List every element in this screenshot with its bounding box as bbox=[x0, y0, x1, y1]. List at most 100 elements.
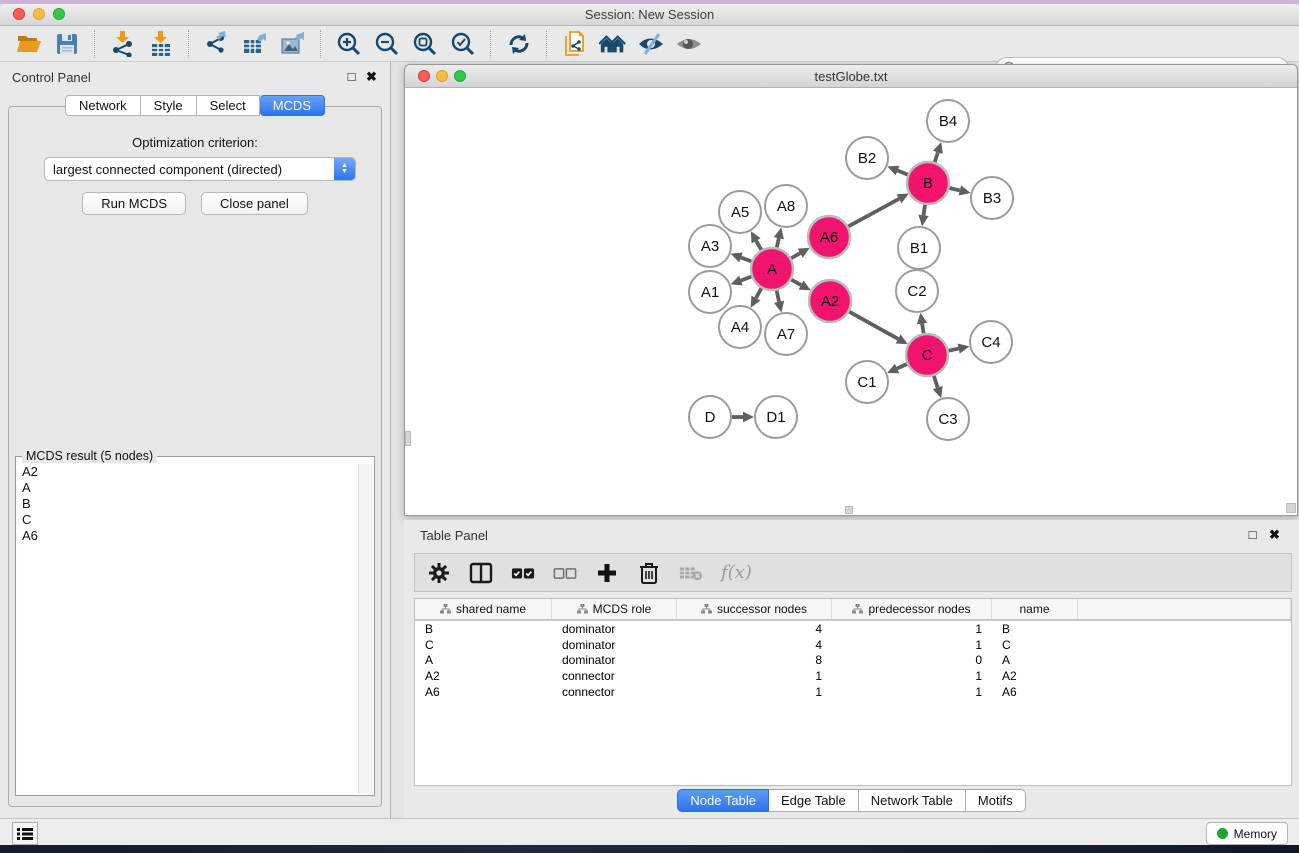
export-image-icon[interactable] bbox=[279, 30, 307, 58]
graph-edge-A-A7[interactable] bbox=[777, 291, 779, 302]
save-session-icon[interactable] bbox=[53, 30, 81, 58]
zoom-out-icon[interactable] bbox=[373, 30, 401, 58]
table-cell[interactable]: connector bbox=[552, 685, 677, 699]
table-cell[interactable]: A6 bbox=[992, 685, 1078, 699]
table-cell[interactable]: 4 bbox=[677, 622, 832, 636]
column-header-MCDS-role[interactable]: MCDS role bbox=[552, 599, 677, 619]
column-header-shared-name[interactable]: shared name bbox=[415, 599, 552, 619]
tab-network[interactable]: Network bbox=[65, 95, 141, 116]
clone-network-icon[interactable] bbox=[561, 30, 589, 58]
show-panels-icon[interactable] bbox=[675, 30, 703, 58]
graph-edge-A2-C[interactable] bbox=[849, 312, 898, 339]
tab-mcds[interactable]: MCDS bbox=[260, 95, 325, 116]
close-panel-button[interactable]: Close panel bbox=[201, 192, 308, 215]
graph-edge-B-B1[interactable] bbox=[924, 205, 925, 216]
table-cell[interactable]: connector bbox=[552, 669, 677, 683]
table-cell[interactable]: A2 bbox=[415, 669, 552, 683]
mcds-result-item[interactable]: A6 bbox=[17, 528, 359, 544]
graph-edge-C-C1[interactable] bbox=[897, 364, 907, 368]
table-row[interactable]: A2connector11A2 bbox=[415, 668, 1291, 684]
table-cell[interactable]: 1 bbox=[677, 669, 832, 683]
add-column-icon[interactable] bbox=[595, 561, 619, 585]
delete-table-icon[interactable] bbox=[679, 561, 703, 585]
table-cell[interactable]: A2 bbox=[992, 669, 1078, 683]
table-row[interactable]: Bdominator41B bbox=[415, 621, 1291, 637]
graph-edge-B-B3[interactable] bbox=[949, 188, 959, 190]
export-network-icon[interactable] bbox=[203, 30, 231, 58]
export-table-icon[interactable] bbox=[241, 30, 269, 58]
tab-motifs[interactable]: Motifs bbox=[966, 789, 1026, 812]
settings-gear-icon[interactable] bbox=[427, 561, 451, 585]
table-row[interactable]: Adominator80A bbox=[415, 652, 1291, 668]
graph-edge-C-C2[interactable] bbox=[922, 324, 924, 334]
table-close-icon[interactable]: ✖ bbox=[1268, 528, 1281, 541]
table-cell[interactable]: 4 bbox=[677, 638, 832, 652]
mcds-result-scrollbar[interactable] bbox=[358, 464, 373, 794]
table-cell[interactable]: 1 bbox=[832, 622, 992, 636]
graph-edge-A-A5[interactable] bbox=[756, 241, 761, 250]
function-builder-icon[interactable]: f(x) bbox=[721, 562, 752, 583]
table-cell[interactable]: 1 bbox=[677, 685, 832, 699]
table-float-icon[interactable]: □ bbox=[1246, 528, 1259, 541]
network-canvas[interactable]: B4B2BB3A8A5A6A3B1AC2A1A2A4A7C4CC1C3DD1 bbox=[405, 88, 1297, 515]
mcds-result-item[interactable]: A bbox=[17, 480, 359, 496]
graph-edge-C-C3[interactable] bbox=[934, 376, 938, 388]
table-cell[interactable]: C bbox=[415, 638, 552, 652]
open-file-icon[interactable] bbox=[15, 30, 43, 58]
tab-node-table[interactable]: Node Table bbox=[677, 789, 769, 812]
table-cell[interactable]: A6 bbox=[415, 685, 552, 699]
show-all-networks-icon[interactable] bbox=[599, 30, 627, 58]
table-cell[interactable]: C bbox=[992, 638, 1078, 652]
mcds-result-item[interactable]: C bbox=[17, 512, 359, 528]
graph-edge-A-A6[interactable] bbox=[791, 253, 800, 258]
table-cell[interactable]: dominator bbox=[552, 638, 677, 652]
table-row[interactable]: Cdominator41C bbox=[415, 637, 1291, 653]
zoom-in-icon[interactable] bbox=[335, 30, 363, 58]
select-all-icon[interactable] bbox=[511, 561, 535, 585]
table-cell[interactable]: 0 bbox=[832, 653, 992, 667]
table-cell[interactable]: 1 bbox=[832, 685, 992, 699]
optimization-criterion-select[interactable]: largest connected component (directed) ▲… bbox=[44, 157, 356, 181]
table-cell[interactable]: A bbox=[415, 653, 552, 667]
zoom-selected-icon[interactable] bbox=[449, 30, 477, 58]
graph-edge-A-A3[interactable] bbox=[741, 257, 751, 261]
delete-column-icon[interactable] bbox=[637, 561, 661, 585]
table-cell[interactable]: A bbox=[992, 653, 1078, 667]
table-cell[interactable]: B bbox=[992, 622, 1078, 636]
mcds-result-item[interactable]: A2 bbox=[17, 464, 359, 480]
run-mcds-button[interactable]: Run MCDS bbox=[82, 192, 186, 215]
graph-edge-B-B4[interactable] bbox=[935, 152, 938, 162]
graph-edge-A-A4[interactable] bbox=[756, 288, 761, 298]
table-cell[interactable]: B bbox=[415, 622, 552, 636]
zoom-fit-icon[interactable] bbox=[411, 30, 439, 58]
table-cell[interactable]: 1 bbox=[832, 669, 992, 683]
deselect-all-icon[interactable] bbox=[553, 561, 577, 585]
table-cell[interactable]: dominator bbox=[552, 622, 677, 636]
tab-edge-table[interactable]: Edge Table bbox=[769, 789, 859, 812]
graph-edge-A-A1[interactable] bbox=[741, 277, 751, 281]
import-table-icon[interactable] bbox=[147, 30, 175, 58]
network-window-titlebar[interactable]: testGlobe.txt bbox=[405, 65, 1297, 88]
tab-style[interactable]: Style bbox=[141, 95, 197, 116]
tab-network-table[interactable]: Network Table bbox=[859, 789, 966, 812]
column-header-name[interactable]: name bbox=[992, 599, 1078, 619]
memory-button[interactable]: Memory bbox=[1206, 822, 1288, 845]
graph-edge-A-A8[interactable] bbox=[777, 238, 779, 247]
graph-edge-C-C4[interactable] bbox=[949, 349, 959, 351]
column-header-successor-nodes[interactable]: successor nodes bbox=[677, 599, 832, 619]
table-row[interactable]: A6connector11A6 bbox=[415, 684, 1291, 700]
resize-grip-icon[interactable] bbox=[1286, 503, 1296, 513]
table-cell[interactable]: 1 bbox=[832, 638, 992, 652]
split-panel-icon[interactable] bbox=[469, 561, 493, 585]
column-header-predecessor-nodes[interactable]: predecessor nodes bbox=[832, 599, 992, 619]
graph-edge-A6-B[interactable] bbox=[848, 199, 899, 227]
graph-edge-A-A2[interactable] bbox=[791, 280, 801, 285]
float-panel-icon[interactable]: □ bbox=[345, 70, 358, 83]
import-network-icon[interactable] bbox=[109, 30, 137, 58]
graph-edge-B-B2[interactable] bbox=[898, 171, 908, 175]
table-cell[interactable]: 8 bbox=[677, 653, 832, 667]
refresh-layout-icon[interactable] bbox=[505, 30, 533, 58]
canvas-scroll-mark[interactable] bbox=[405, 431, 411, 446]
canvas-scroll-mark[interactable] bbox=[845, 506, 853, 514]
mcds-result-item[interactable]: B bbox=[17, 496, 359, 512]
